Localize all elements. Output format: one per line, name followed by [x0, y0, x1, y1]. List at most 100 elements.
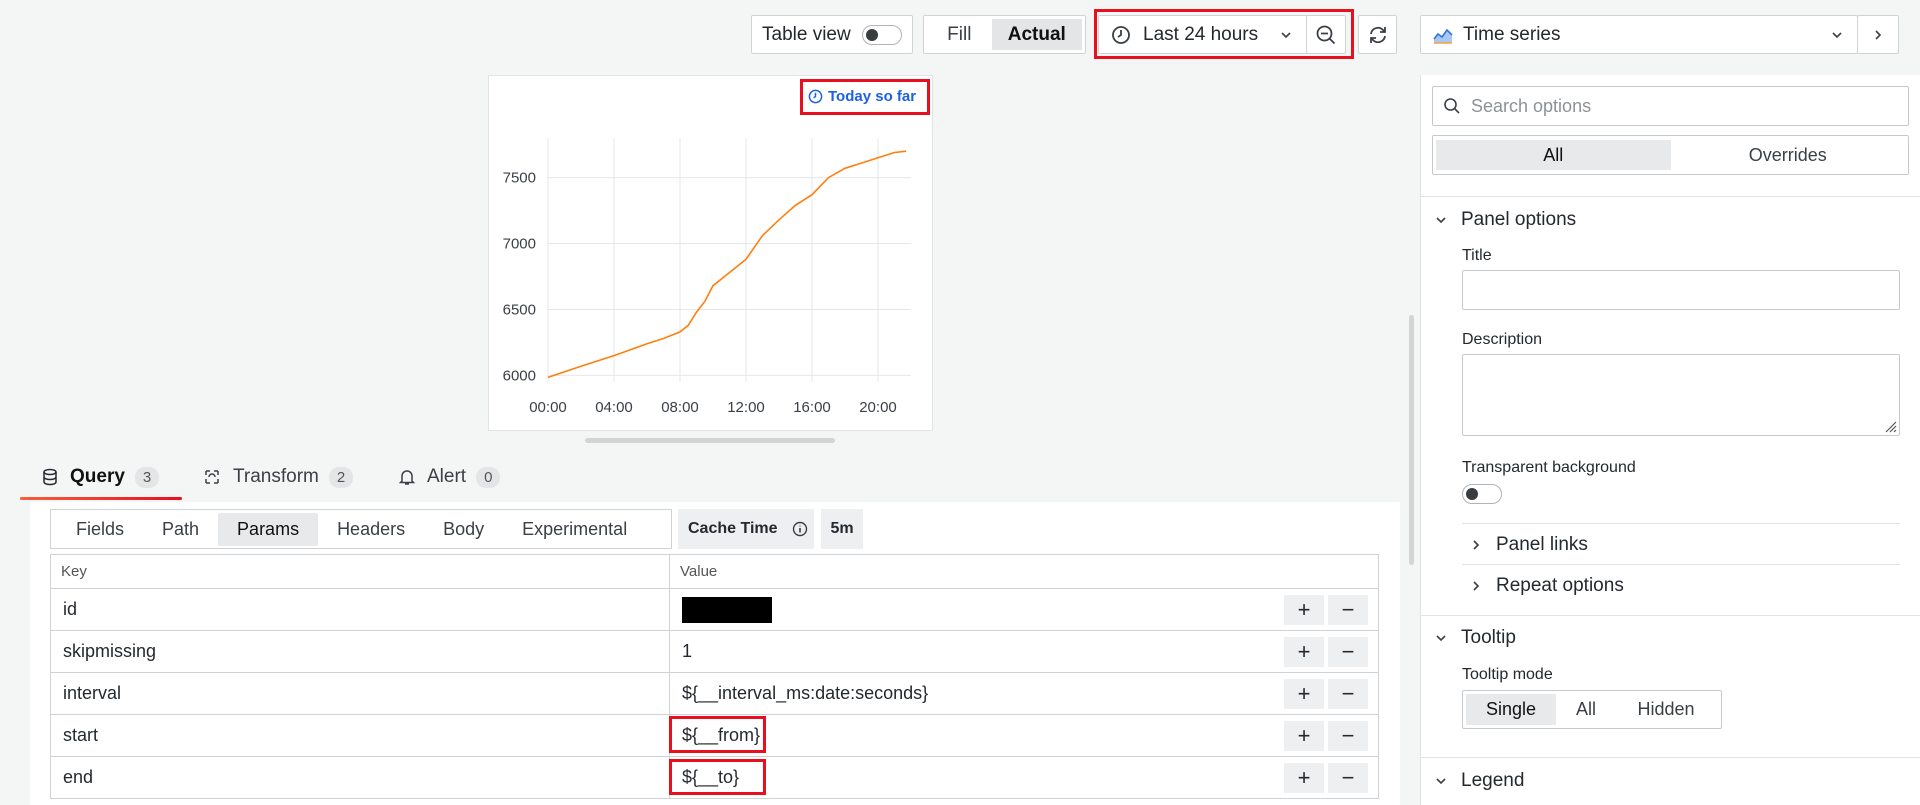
add-row-button[interactable]: +	[1284, 637, 1324, 667]
tooltip-mode-hidden[interactable]: Hidden	[1616, 699, 1716, 720]
horizontal-scrollbar[interactable]	[585, 438, 835, 443]
title-input[interactable]	[1462, 270, 1900, 310]
refresh-icon	[1369, 26, 1386, 43]
section-tooltip-label: Tooltip	[1461, 627, 1516, 648]
visualization-picker[interactable]: Time series	[1420, 15, 1858, 54]
add-row-button[interactable]: +	[1284, 721, 1324, 751]
section-panel-options[interactable]: Panel options	[1435, 205, 1576, 235]
tab-alert[interactable]: Alert 0	[399, 466, 501, 488]
param-value-cell: ${__from} + −	[669, 714, 1379, 757]
tooltip-mode-all[interactable]: All	[1556, 699, 1616, 720]
description-textarea[interactable]	[1462, 354, 1900, 436]
remove-row-button[interactable]: −	[1328, 679, 1368, 709]
actual-button[interactable]: Actual	[991, 19, 1082, 50]
table-row: id + −	[50, 588, 1379, 631]
param-key[interactable]: start	[50, 714, 670, 757]
param-key[interactable]: end	[50, 756, 670, 799]
param-value[interactable]: 1	[682, 641, 692, 661]
collapse-options-button[interactable]	[1857, 15, 1899, 54]
param-value[interactable]: ${__to}	[682, 767, 739, 787]
params-table: Key Value id + − skipmissing 1 + − interva…	[50, 554, 1379, 799]
tooltip-mode-single[interactable]: Single	[1466, 694, 1556, 725]
remove-row-button[interactable]: −	[1328, 637, 1368, 667]
vertical-scrollbar[interactable]	[1409, 315, 1414, 565]
divider	[1421, 757, 1920, 758]
add-row-button[interactable]: +	[1284, 763, 1324, 793]
table-row: start ${__from} + −	[50, 714, 1379, 757]
param-key[interactable]: id	[50, 588, 670, 631]
series-line	[547, 150, 907, 379]
tab-transform-label: Transform	[233, 466, 319, 487]
tab-query[interactable]: Query 3	[42, 466, 160, 488]
section-panel-links[interactable]: Panel links	[1470, 530, 1588, 560]
tab-transform[interactable]: Transform 2	[203, 466, 354, 488]
search-options-input[interactable]: Search options	[1432, 86, 1909, 126]
cache-time-value[interactable]: 5m	[821, 509, 863, 549]
column-header-key: Key	[50, 554, 670, 589]
fill-actual-group: Fill Actual	[923, 15, 1086, 54]
tab-alert-count: 0	[476, 466, 501, 488]
clock-icon	[808, 89, 823, 103]
chevron-down-icon	[1281, 31, 1291, 38]
tab-query-count: 3	[134, 466, 160, 488]
table-row: interval ${__interval_ms:date:seconds} +…	[50, 672, 1379, 715]
chevron-down-icon	[1832, 31, 1842, 38]
subtab-headers[interactable]: Headers	[318, 513, 424, 546]
subtab-experimental[interactable]: Experimental	[503, 513, 646, 546]
subtab-params[interactable]: Params	[218, 512, 319, 546]
section-tooltip[interactable]: Tooltip	[1435, 623, 1516, 653]
transform-icon	[205, 470, 219, 484]
zoom-out-button[interactable]	[1306, 15, 1346, 54]
remove-row-button[interactable]: −	[1328, 595, 1368, 625]
divider	[1421, 196, 1920, 197]
params-subtabs: Fields Path Params Headers Body Experime…	[50, 509, 672, 549]
cache-time-text: Cache Time	[688, 520, 778, 537]
subtab-body[interactable]: Body	[424, 513, 503, 546]
tab-all[interactable]: All	[1436, 140, 1671, 170]
refresh-button[interactable]	[1358, 15, 1397, 54]
remove-row-button[interactable]: −	[1328, 721, 1368, 751]
y-tick-label: 7000	[503, 236, 536, 253]
param-value[interactable]: ${__from}	[682, 725, 760, 745]
y-tick-label: 7500	[503, 170, 536, 187]
info-icon[interactable]	[792, 521, 808, 537]
table-view-control[interactable]: Table view	[751, 15, 913, 54]
chevron-right-icon	[1473, 540, 1480, 550]
resize-handle-icon[interactable]	[1883, 419, 1897, 433]
description-label: Description	[1462, 331, 1543, 348]
param-key[interactable]: skipmissing	[50, 630, 670, 673]
subtab-fields[interactable]: Fields	[57, 513, 143, 546]
title-label: Title	[1462, 247, 1492, 264]
tab-transform-count: 2	[328, 466, 354, 488]
param-value-cell: + −	[669, 588, 1379, 631]
cache-time-label: Cache Time	[678, 509, 814, 549]
tab-query-label: Query	[70, 466, 125, 487]
visualization-label: Time series	[1463, 23, 1561, 45]
database-icon	[43, 468, 57, 486]
add-row-button[interactable]: +	[1284, 595, 1324, 625]
param-key[interactable]: interval	[50, 672, 670, 715]
bell-icon	[399, 470, 415, 485]
x-tick-label: 04:00	[595, 399, 633, 416]
divider	[1462, 564, 1900, 565]
transparent-background-toggle[interactable]	[1462, 484, 1502, 504]
table-row: skipmissing 1 + −	[50, 630, 1379, 673]
tab-overrides[interactable]: Overrides	[1671, 145, 1906, 166]
section-repeat-options[interactable]: Repeat options	[1470, 571, 1624, 601]
time-range-picker[interactable]: Last 24 hours	[1098, 15, 1308, 54]
chevron-down-icon	[1436, 778, 1446, 785]
param-value-cell: 1 + −	[669, 630, 1379, 673]
redacted-value[interactable]	[682, 596, 772, 623]
chevron-down-icon	[1436, 217, 1446, 224]
section-legend[interactable]: Legend	[1435, 766, 1524, 796]
param-value-cell: ${__to} + −	[669, 756, 1379, 799]
subtab-path[interactable]: Path	[143, 513, 218, 546]
clock-icon	[1112, 25, 1130, 44]
param-value[interactable]: ${__interval_ms:date:seconds}	[682, 683, 928, 703]
fill-button[interactable]: Fill	[927, 24, 992, 46]
time-range-label: Last 24 hours	[1143, 23, 1259, 45]
add-row-button[interactable]: +	[1284, 679, 1324, 709]
y-tick-label: 6000	[503, 367, 536, 384]
table-view-toggle[interactable]	[862, 24, 902, 45]
remove-row-button[interactable]: −	[1328, 763, 1368, 793]
